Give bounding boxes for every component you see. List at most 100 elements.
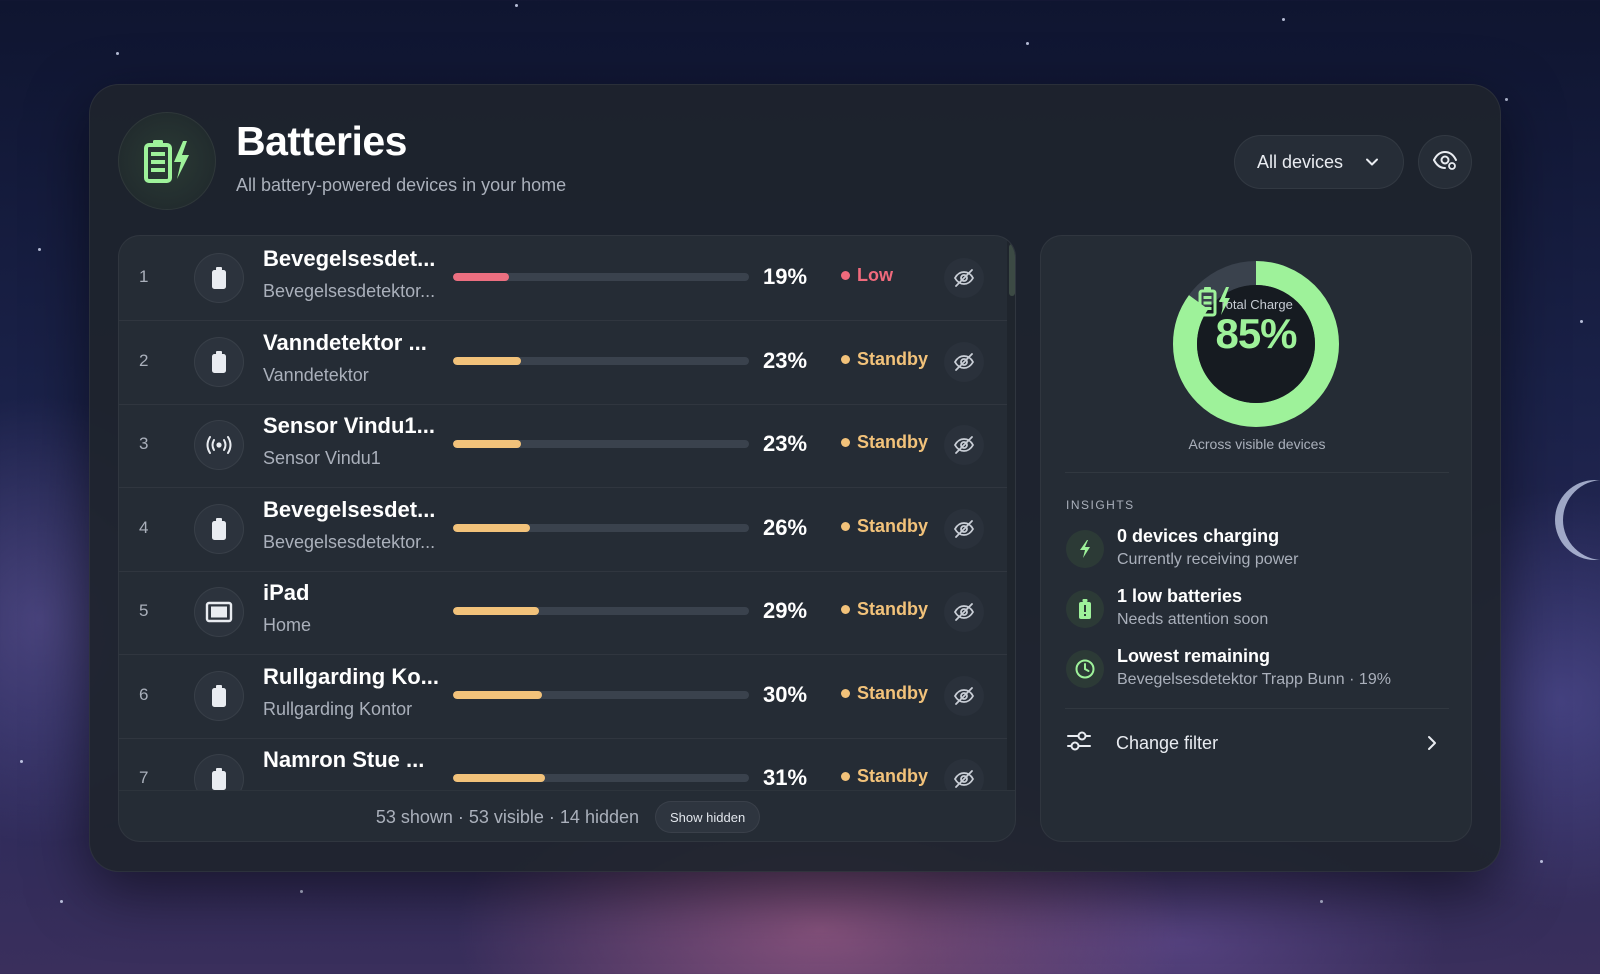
device-name: Sensor Vindu1... [263,413,435,438]
battery-percent: 26% [763,514,808,540]
eye-off-icon [953,518,975,540]
status-label: Standby [857,432,929,452]
visibility-toggle-button[interactable] [1418,135,1472,189]
clock-icon [1066,650,1104,688]
chevron-down-icon [1363,153,1381,176]
status-dot [841,688,850,698]
hide-device-button[interactable] [944,341,984,382]
status-label: Standby [857,348,929,369]
page-title: Batteries [236,118,407,164]
status-badge: Standby [841,349,928,370]
ring-caption: Across visible devices [1188,436,1326,452]
total-charge-ring: Total Charge 85% [1172,260,1340,428]
list-summary-text: 53 shown · 53 visible · 14 hidden [375,806,639,827]
battery-level-fill [453,523,530,532]
battery-level-bar [453,440,749,448]
hide-device-button[interactable] [944,508,984,549]
insight-title: 1 low batteries [1117,586,1243,606]
device-name: Bevegelsesdet... [263,246,436,271]
battery-percent: 31% [763,765,808,790]
device-location: Home [263,615,312,635]
device-row[interactable]: 7 Namron Stue ... 31% Standby [119,737,1007,790]
moon-decoration [1555,480,1600,560]
insights-divider [1065,708,1449,709]
device-filter-select[interactable]: All devices [1234,135,1404,189]
status-badge: Standby [841,516,928,537]
battery-level-fill [453,440,522,448]
hide-device-button[interactable] [944,425,984,465]
status-dot [841,772,850,781]
battery-icon [194,754,244,790]
device-name: Vanndetektor ... [263,329,427,355]
row-index: 1 [139,267,149,286]
insight-low-batteries: 1 low batteries Needs attention soon [1066,586,1466,636]
row-index: 7 [139,768,149,787]
insight-subtitle: Bevegelsesdetektor Trapp Bunn · 19% [1117,671,1391,688]
hide-device-button[interactable] [944,675,984,716]
change-filter-button[interactable]: Change filter [1066,726,1450,760]
eye-off-icon [953,434,975,456]
eye-off-icon [953,267,975,289]
device-row[interactable]: 2 Vanndetektor ... Vanndetektor 23% Standby [119,320,1007,405]
device-location: Rullgarding Kontor [263,698,413,719]
device-location: Vanndetektor [263,364,369,385]
device-row[interactable]: 1 Bevegelsesdet... Bevegelsesdetektor... 19… [119,236,1007,321]
status-badge: Low [841,265,893,286]
list-scrollbar[interactable] [1007,236,1015,790]
show-hidden-button[interactable]: Show hidden [655,801,761,833]
device-list[interactable]: 1 Bevegelsesdet... Bevegelsesdetektor... 19… [119,236,1007,790]
device-name: iPad [263,580,310,605]
battery-low-icon [1066,590,1104,628]
battery-percent: 23% [763,431,808,456]
hide-device-button[interactable] [944,258,984,298]
status-label: Standby [857,599,929,619]
insights-heading: INSIGHTS [1066,498,1135,512]
battery-level-bar [453,273,749,281]
lightning-icon [1066,530,1104,568]
battery-level-fill [453,273,510,281]
insight-subtitle: Needs attention soon [1117,611,1269,628]
summary-card: Total Charge 85% Across visible devices … [1040,235,1472,842]
insight-title: Lowest remaining [1117,646,1271,666]
battery-icon [194,253,244,303]
device-name: Rullgarding Ko... [263,663,439,689]
status-badge: Standby [841,599,928,620]
device-name: Namron Stue ... [263,747,425,772]
summary-divider [1065,472,1449,473]
row-index: 6 [139,684,149,704]
eye-off-icon [953,601,975,623]
row-index: 4 [139,517,149,537]
eye-off-icon [953,351,975,373]
insight-charging: 0 devices charging Currently receiving p… [1066,526,1466,576]
hide-device-button[interactable] [944,759,984,790]
list-scrollbar-thumb[interactable] [1009,244,1015,296]
eye-settings-icon [1432,147,1458,178]
list-footer: 53 shown · 53 visible · 14 hidden Show h… [119,790,1015,841]
ring-center: Total Charge 85% [1197,285,1315,403]
device-row[interactable]: 3 Sensor Vindu1... Sensor Vindu1 23% Standby [119,403,1007,488]
battery-level-bar [453,356,749,365]
status-label: Low [857,265,893,285]
battery-icon [194,670,244,721]
status-badge: Standby [841,766,928,787]
eye-off-icon [953,685,975,707]
device-filter-value: All devices [1257,151,1344,172]
battery-percent: 23% [763,347,808,373]
hide-device-button[interactable] [944,592,984,632]
device-row[interactable]: 4 Bevegelsesdet... Bevegelsesdetektor... 26… [119,487,1007,572]
total-charge-value: 85% [1215,310,1297,357]
status-label: Standby [857,682,929,703]
battery-charging-logo-icon [118,112,216,210]
chevron-right-icon [1424,734,1440,757]
status-dot [841,438,850,447]
battery-level-fill [453,774,545,782]
insight-title: 0 devices charging [1117,526,1280,546]
device-row[interactable]: 5 iPad Home 29% Standby [119,570,1007,655]
sliders-icon [1066,730,1092,757]
status-badge: Standby [841,432,928,453]
device-row[interactable]: 6 Rullgarding Ko... Rullgarding Kontor 30% S… [119,654,1007,739]
battery-level-bar [453,523,749,532]
eye-off-icon [953,768,975,790]
battery-percent: 19% [763,264,808,289]
row-index: 5 [139,601,149,620]
